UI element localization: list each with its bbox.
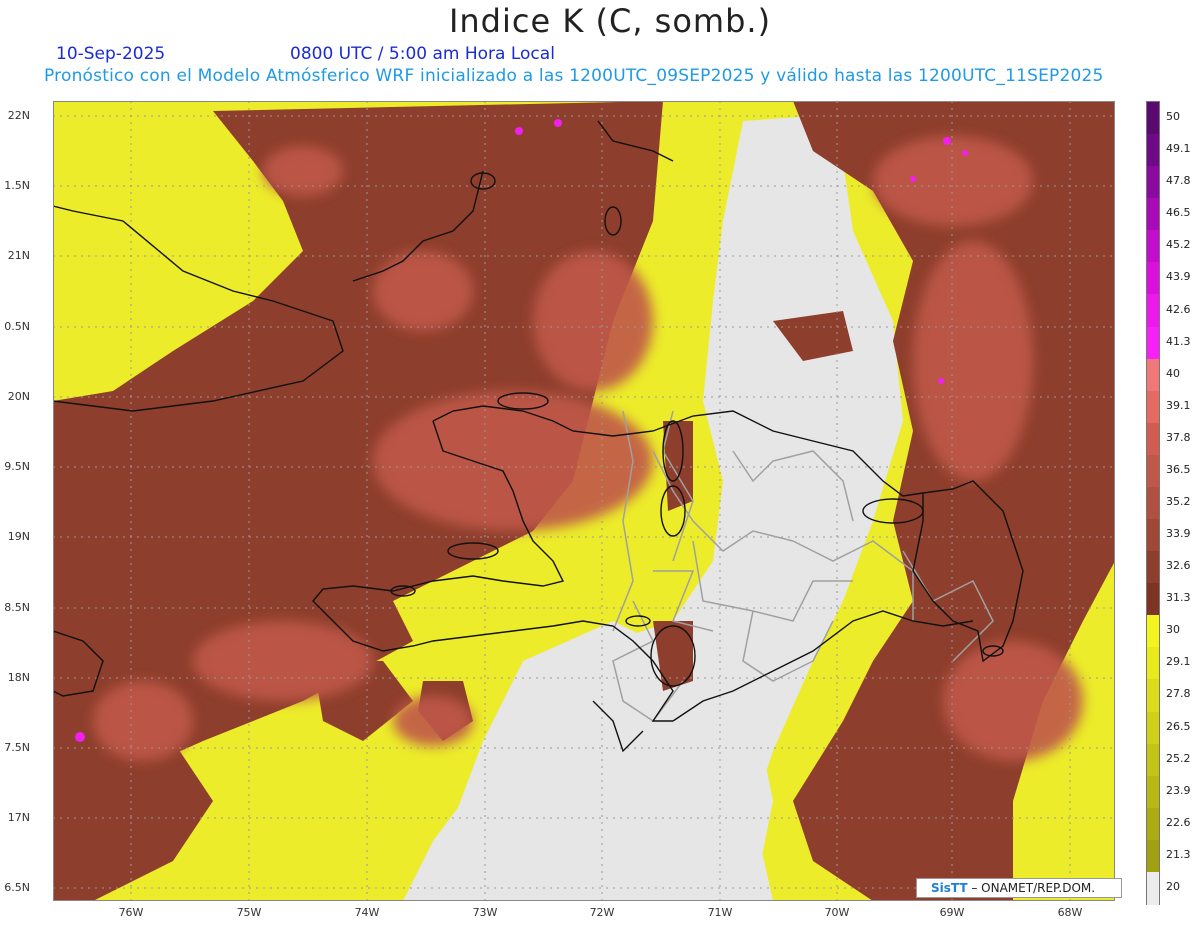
colorbar-label: 42.6 — [1166, 302, 1191, 316]
lat-label-21n: 21N — [7, 249, 30, 262]
colorbar-label: 20 — [1166, 879, 1180, 893]
colorbar-swatch — [1147, 839, 1159, 873]
colorbar-label: 30 — [1166, 623, 1180, 637]
colorbar-label: 37.8 — [1166, 430, 1191, 444]
colorbar-label: 45.2 — [1166, 238, 1191, 252]
colorbar-label: 29.1 — [1166, 655, 1191, 669]
colorbar-swatch — [1147, 679, 1159, 713]
colorbar-swatch — [1147, 583, 1159, 617]
colorbar-swatch — [1147, 134, 1159, 168]
lat-label-19-5n: 9.5N — [4, 460, 30, 473]
lat-label-17-5n: 7.5N — [4, 741, 30, 754]
forecast-time: 0800 UTC / 5:00 am Hora Local — [290, 44, 555, 64]
lon-label-71w: 71W — [707, 906, 733, 919]
forecast-map — [52, 101, 1115, 901]
map-canvas — [52, 101, 1115, 901]
colorbar-label: 32.6 — [1166, 559, 1191, 573]
colorbar-label: 27.8 — [1166, 687, 1191, 701]
model-description: Pronóstico con el Modelo Atmósferico WRF… — [44, 66, 1104, 86]
colorbar-swatch — [1147, 262, 1159, 296]
colorbar-swatch — [1147, 358, 1159, 392]
colorbar-swatch — [1147, 198, 1159, 232]
lat-label-21-5n: 1.5N — [4, 179, 30, 192]
colorbar-label: 36.5 — [1166, 462, 1191, 476]
colorbar-label: 25.2 — [1166, 751, 1191, 765]
lon-label-76w: 76W — [118, 906, 144, 919]
colorbar-swatch — [1147, 102, 1159, 135]
lon-label-70w: 70W — [824, 906, 850, 919]
colorbar-swatch — [1147, 166, 1159, 200]
lat-label-19n: 19N — [7, 530, 30, 543]
lon-label-69w: 69W — [939, 906, 965, 919]
colorbar-swatch — [1147, 454, 1159, 488]
lat-label-20n: 20N — [7, 390, 30, 403]
colorbar-label: 50 — [1166, 110, 1180, 124]
colorbar-swatch — [1147, 230, 1159, 264]
colorbar-label: 35.2 — [1166, 495, 1191, 508]
colorbar-swatch — [1147, 326, 1159, 360]
colorbar-swatch — [1147, 647, 1159, 681]
colorbar-swatch — [1147, 390, 1159, 424]
colorbar-swatch — [1147, 294, 1159, 328]
colorbar-label: 22.6 — [1166, 815, 1191, 829]
colorbar — [1146, 101, 1160, 905]
lon-label-68w: 68W — [1057, 906, 1083, 919]
colorbar-swatch — [1147, 871, 1159, 905]
colorbar-swatch — [1147, 519, 1159, 553]
lat-label-16-5n: 6.5N — [4, 881, 30, 894]
colorbar-label: 26.5 — [1166, 719, 1191, 733]
forecast-date: 10-Sep-2025 — [56, 44, 166, 64]
lon-label-74w: 74W — [354, 906, 380, 919]
colorbar-label: 47.8 — [1166, 174, 1191, 188]
lon-label-73w: 73W — [472, 906, 498, 919]
lat-label-22n: 22N — [7, 109, 30, 122]
colorbar-swatch — [1147, 486, 1159, 520]
colorbar-swatch — [1147, 711, 1159, 745]
colorbar-label: 21.3 — [1166, 847, 1191, 861]
colorbar-label: 40 — [1166, 366, 1180, 380]
lat-label-17n: 17N — [7, 811, 30, 824]
colorbar-label: 41.3 — [1166, 334, 1191, 348]
colorbar-swatch — [1147, 422, 1159, 456]
colorbar-label: 46.5 — [1166, 206, 1191, 220]
colorbar-label: 33.9 — [1166, 527, 1191, 541]
colorbar-label: 23.9 — [1166, 783, 1191, 797]
colorbar-swatch — [1147, 807, 1159, 841]
colorbar-swatch — [1147, 551, 1159, 585]
colorbar-label: 43.9 — [1166, 270, 1191, 284]
colorbar-label: 39.1 — [1166, 398, 1191, 412]
lon-label-75w: 75W — [236, 906, 262, 919]
colorbar-swatch — [1147, 615, 1159, 649]
credit-org: – ONAMET/REP.DOM. — [967, 881, 1096, 895]
colorbar-swatch — [1147, 743, 1159, 777]
colorbar-swatch — [1147, 775, 1159, 809]
colorbar-label: 31.3 — [1166, 591, 1191, 605]
credit-box: SisTT – ONAMET/REP.DOM. — [916, 878, 1122, 898]
colorbar-label: 49.1 — [1166, 142, 1191, 156]
lat-label-20-5n: 0.5N — [4, 320, 30, 333]
lat-label-18-5n: 8.5N — [4, 601, 30, 614]
lon-label-72w: 72W — [589, 906, 615, 919]
map-title: Indice K (C, somb.) — [448, 2, 772, 40]
lat-label-18n: 18N — [7, 671, 30, 684]
credit-brand: SisTT — [931, 881, 968, 895]
